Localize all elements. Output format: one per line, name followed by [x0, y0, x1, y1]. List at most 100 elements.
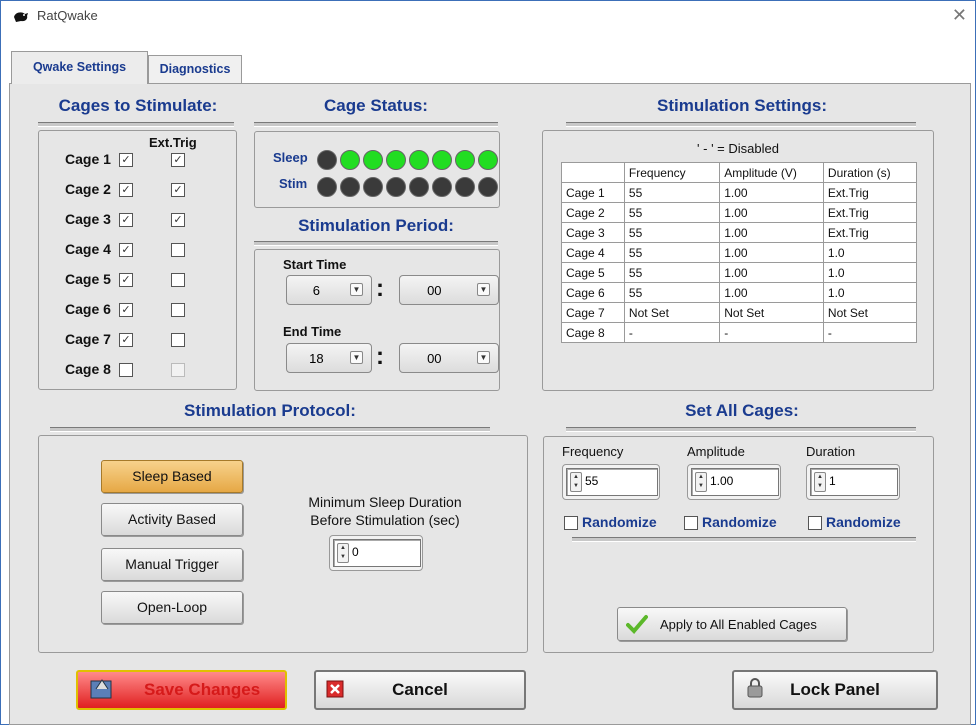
stim-settings-box: ' - ' = Disabled Frequency Amplitude (V) D… [542, 130, 934, 391]
table-cell[interactable]: 1.00 [719, 282, 824, 303]
ext-trig-checkbox[interactable] [171, 333, 185, 347]
table-cell[interactable]: Ext.Trig [822, 222, 918, 243]
table-cell[interactable]: 55 [623, 202, 721, 223]
ext-trig-checkbox[interactable]: ✓ [171, 183, 185, 197]
table-row: Cage 1 55 1.00 Ext.Trig [561, 182, 918, 203]
ext-trig-checkbox[interactable] [171, 243, 185, 257]
table-header-cell: Duration (s) [822, 162, 918, 183]
ext-trig-header: Ext.Trig [149, 135, 197, 150]
table-cell[interactable]: Ext.Trig [822, 182, 918, 203]
duration-input[interactable]: ▲ ▼ 1 [810, 468, 898, 496]
start-hour-value: 6 [312, 283, 321, 298]
divider [254, 122, 498, 127]
stim-led-indicator [363, 177, 383, 197]
ext-trig-checkbox[interactable] [171, 273, 185, 287]
stim-led-indicator [409, 177, 429, 197]
chevron-down-icon: ▼ [477, 283, 490, 296]
activity-based-button[interactable]: Activity Based [101, 503, 243, 536]
tab-diagnostics[interactable]: Diagnostics [148, 55, 242, 83]
app-window: RatQwake ✕ Qwake Settings Diagnostics Ca… [0, 0, 976, 725]
row-label-cell: Cage 3 [561, 222, 625, 243]
randomize-frequency-checkbox[interactable] [564, 516, 578, 530]
cage-enable-checkbox[interactable]: ✓ [119, 213, 133, 227]
table-cell[interactable]: 1.00 [719, 222, 824, 243]
table-cell[interactable]: - [822, 322, 918, 343]
table-cell[interactable]: 1.00 [719, 202, 824, 223]
frequency-spinbox-frame: ▲ ▼ 55 [562, 464, 660, 500]
table-cell[interactable]: 55 [623, 242, 721, 263]
start-min-value: 00 [427, 283, 442, 298]
lock-panel-label: Lock Panel [790, 680, 880, 699]
cage-label: Cage 3 [65, 211, 111, 227]
table-cell[interactable]: 1.0 [822, 242, 918, 263]
spinner-arrows-icon[interactable]: ▲ ▼ [570, 472, 582, 492]
spinner-arrows-icon[interactable]: ▲ ▼ [814, 472, 826, 492]
cage-enable-checkbox[interactable]: ✓ [119, 303, 133, 317]
manual-trigger-button[interactable]: Manual Trigger [101, 548, 243, 581]
sleep-led-indicator [409, 150, 429, 170]
table-cell[interactable]: 55 [623, 262, 721, 283]
cage-enable-checkbox[interactable]: ✓ [119, 243, 133, 257]
apply-all-button[interactable]: Apply to All Enabled Cages [617, 607, 847, 641]
table-cell[interactable]: 1.00 [719, 182, 824, 203]
randomize-duration-checkbox[interactable] [808, 516, 822, 530]
spinner-arrows-icon[interactable]: ▲ ▼ [695, 472, 707, 492]
table-cell[interactable]: 1.0 [822, 262, 918, 283]
close-icon[interactable]: ✕ [952, 5, 967, 26]
open-loop-button[interactable]: Open-Loop [101, 591, 243, 624]
amplitude-input[interactable]: ▲ ▼ 1.00 [691, 468, 779, 496]
start-min-select[interactable]: 00 ▼ [399, 275, 499, 305]
rat-icon [14, 12, 28, 22]
end-min-select[interactable]: 00 ▼ [399, 343, 499, 373]
min-sleep-input[interactable]: ▲ ▼ 0 [333, 539, 421, 567]
table-cell[interactable]: 55 [623, 222, 721, 243]
cancel-button[interactable]: Cancel [314, 670, 526, 710]
table-cell[interactable]: Not Set [623, 302, 721, 323]
amplitude-value: 1.00 [710, 474, 734, 488]
divider [50, 427, 490, 432]
save-icon [90, 679, 112, 699]
save-changes-label: Save Changes [144, 680, 261, 699]
cage-enable-checkbox[interactable]: ✓ [119, 183, 133, 197]
end-hour-select[interactable]: 18 ▼ [286, 343, 372, 373]
cage-enable-checkbox[interactable]: ✓ [119, 333, 133, 347]
cage-label: Cage 7 [65, 331, 111, 347]
set-all-title: Set All Cages: [685, 401, 799, 420]
ext-trig-checkbox[interactable]: ✓ [171, 213, 185, 227]
row-label-cell: Cage 6 [561, 282, 625, 303]
tab-qwake-settings[interactable]: Qwake Settings [11, 51, 148, 84]
table-cell[interactable]: Not Set [719, 302, 824, 323]
lock-panel-button[interactable]: Lock Panel [732, 670, 938, 710]
ext-trig-checkbox [171, 363, 185, 377]
table-cell[interactable]: 1.0 [822, 282, 918, 303]
table-cell[interactable]: - [623, 322, 721, 343]
table-cell[interactable]: 55 [623, 282, 721, 303]
table-cell[interactable]: 1.00 [719, 242, 824, 263]
table-row: Cage 2 55 1.00 Ext.Trig [561, 202, 918, 223]
cancel-label: Cancel [392, 680, 448, 699]
sleep-based-button[interactable]: Sleep Based [101, 460, 243, 493]
start-hour-select[interactable]: 6 ▼ [286, 275, 372, 305]
set-all-box: Frequency Amplitude Duration ▲ ▼ 55 ▲ ▼ 1.… [543, 436, 934, 653]
table-cell[interactable]: Ext.Trig [822, 202, 918, 223]
ext-trig-checkbox[interactable] [171, 303, 185, 317]
row-label-cell: Cage 2 [561, 202, 625, 223]
table-cell[interactable]: Not Set [822, 302, 918, 323]
sleep-label: Sleep [273, 150, 308, 165]
save-changes-button[interactable]: Save Changes [76, 670, 287, 710]
table-cell[interactable]: 55 [623, 182, 721, 203]
table-cell[interactable]: 1.00 [719, 262, 824, 283]
cages-box: Ext.Trig Cage 1 ✓ ✓ Cage 2 ✓ ✓ Cage 3 ✓ ✓ Cage 4 ✓… [38, 130, 237, 390]
sleep-led-indicator [317, 150, 337, 170]
spinner-arrows-icon[interactable]: ▲ ▼ [337, 543, 349, 563]
sleep-led-indicator [455, 150, 475, 170]
cage-enable-checkbox[interactable]: ✓ [119, 273, 133, 287]
ext-trig-checkbox[interactable]: ✓ [171, 153, 185, 167]
cage-enable-checkbox[interactable]: ✓ [119, 153, 133, 167]
table-cell[interactable]: - [719, 322, 824, 343]
cage-enable-checkbox[interactable] [119, 363, 133, 377]
randomize-amplitude-checkbox[interactable] [684, 516, 698, 530]
cage-label: Cage 6 [65, 301, 111, 317]
frequency-input[interactable]: ▲ ▼ 55 [566, 468, 658, 496]
divider [566, 427, 916, 432]
